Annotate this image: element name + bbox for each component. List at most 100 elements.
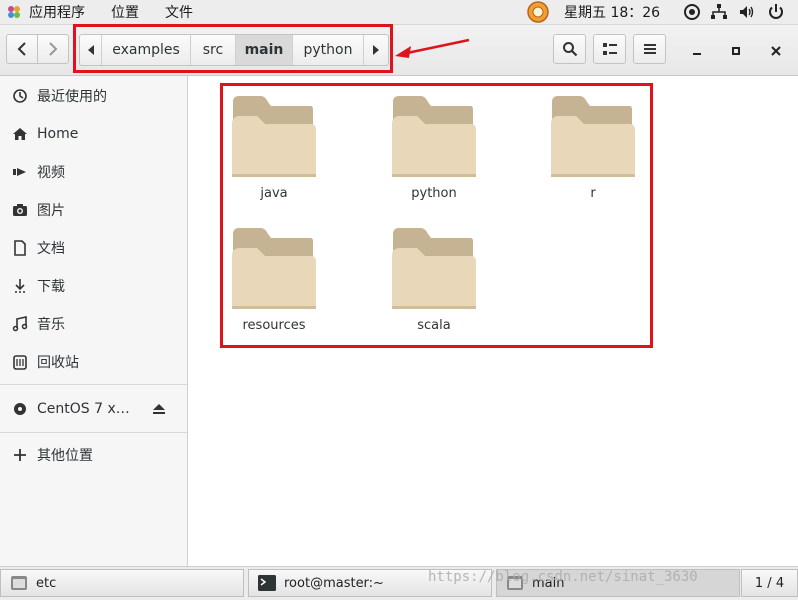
sidebar-item-pictures[interactable]: 图片 xyxy=(0,194,187,226)
folder-icon xyxy=(392,228,476,309)
minimize-button[interactable] xyxy=(686,40,708,62)
taskbar-label: root@master:~ xyxy=(284,575,384,591)
folder-item[interactable]: resources xyxy=(214,226,334,356)
path-scroll-left[interactable] xyxy=(80,35,102,65)
sidebar-item-music[interactable]: 音乐 xyxy=(0,308,187,340)
sidebar-item-label: 视频 xyxy=(37,165,65,181)
folder-item[interactable]: scala xyxy=(374,226,494,356)
header-bar: examples src main python xyxy=(0,24,798,76)
list-view-icon xyxy=(602,43,617,55)
music-icon xyxy=(12,316,28,332)
volume-icon[interactable] xyxy=(738,3,756,21)
sidebar-divider xyxy=(0,384,187,385)
sidebar-divider xyxy=(0,432,187,433)
folder-label: scala xyxy=(417,318,451,333)
sidebar-item-home[interactable]: Home xyxy=(0,118,187,150)
camera-icon xyxy=(12,202,28,218)
clock-area[interactable]: 星期五 18：26 xyxy=(526,0,660,24)
view-toggle-button[interactable] xyxy=(593,34,626,64)
sidebar-item-label: Home xyxy=(37,126,79,142)
taskbar-label: etc xyxy=(36,575,57,591)
folder-icon xyxy=(232,228,316,309)
folder-label: python xyxy=(411,186,457,201)
disc-icon xyxy=(12,401,28,417)
clock-label: 星期五 18：26 xyxy=(564,5,661,21)
recent-icon xyxy=(12,88,28,104)
sidebar-item-label: 文档 xyxy=(37,241,65,257)
sidebar-item-label: 回收站 xyxy=(37,355,79,371)
crumb-src[interactable]: src xyxy=(191,35,236,65)
maximize-button[interactable] xyxy=(725,40,747,62)
accessibility-icon[interactable] xyxy=(683,3,701,21)
taskbar: etc root@master:~ main 1 / 4 xyxy=(0,566,798,600)
video-icon xyxy=(12,164,28,180)
workspace-pager[interactable]: 1 / 4 xyxy=(741,569,798,597)
sidebar-item-documents[interactable]: 文档 xyxy=(0,232,187,264)
path-bar: examples src main python xyxy=(79,34,389,66)
search-button[interactable] xyxy=(553,34,586,64)
places-menu[interactable]: 位置 xyxy=(111,2,139,22)
crumb-main[interactable]: main xyxy=(236,35,293,65)
applications-menu[interactable]: 应用程序 xyxy=(29,2,85,22)
hamburger-icon xyxy=(643,44,656,54)
pager-label: 1 / 4 xyxy=(754,575,785,591)
taskbar-item-terminal[interactable]: root@master:~ xyxy=(248,569,492,597)
files-menu[interactable]: 文件 xyxy=(165,2,193,22)
forward-button[interactable] xyxy=(37,34,69,64)
file-view: java python r resources scala xyxy=(188,76,798,566)
crumb-python[interactable]: python xyxy=(293,35,364,65)
sidebar-item-device[interactable]: CentOS 7 x… xyxy=(0,393,187,425)
folder-icon xyxy=(232,96,316,177)
crumb-examples[interactable]: examples xyxy=(102,35,191,65)
sidebar-item-label: CentOS 7 x… xyxy=(37,401,130,417)
document-icon xyxy=(12,240,28,256)
folder-label: r xyxy=(590,186,596,201)
sidebar-item-label: 图片 xyxy=(37,203,65,219)
home-icon xyxy=(12,126,28,142)
trash-icon xyxy=(12,354,28,370)
apps-menu-icon[interactable] xyxy=(6,4,22,20)
top-panel: 应用程序 位置 文件 星期五 18：26 xyxy=(0,0,798,25)
power-icon[interactable] xyxy=(767,3,785,21)
sidebar: 最近使用的 Home 视频 图片 文档 下载 音乐 回收站 CentOS 7 x… xyxy=(0,76,188,566)
sidebar-item-label: 其他位置 xyxy=(37,448,93,464)
taskbar-item-main[interactable]: main xyxy=(496,569,740,597)
download-icon xyxy=(12,278,28,294)
folder-icon xyxy=(392,96,476,177)
sidebar-item-downloads[interactable]: 下载 xyxy=(0,270,187,302)
sidebar-item-recent[interactable]: 最近使用的 xyxy=(0,80,187,112)
weather-icon xyxy=(527,1,549,23)
sidebar-item-trash[interactable]: 回收站 xyxy=(0,346,187,378)
sidebar-item-other-locations[interactable]: 其他位置 xyxy=(0,439,187,471)
plus-icon xyxy=(12,447,28,463)
terminal-icon xyxy=(258,575,276,591)
close-button[interactable] xyxy=(765,40,787,62)
file-manager-icon xyxy=(507,576,523,590)
taskbar-item-etc[interactable]: etc xyxy=(0,569,244,597)
taskbar-label: main xyxy=(532,575,565,591)
sidebar-item-label: 下载 xyxy=(37,279,65,295)
folder-label: java xyxy=(260,186,288,201)
folder-item[interactable]: python xyxy=(374,94,494,224)
folder-icon xyxy=(551,96,635,177)
eject-icon[interactable] xyxy=(152,402,166,420)
folder-label: resources xyxy=(242,318,306,333)
back-button[interactable] xyxy=(6,34,38,64)
sidebar-item-label: 音乐 xyxy=(37,317,65,333)
sidebar-item-label: 最近使用的 xyxy=(37,89,107,105)
chevron-right-icon xyxy=(49,42,58,56)
close-icon xyxy=(771,46,781,56)
network-icon[interactable] xyxy=(710,3,728,21)
sidebar-item-videos[interactable]: 视频 xyxy=(0,156,187,188)
arrow-left-icon xyxy=(87,45,94,55)
chevron-left-icon xyxy=(17,42,26,56)
arrow-right-icon xyxy=(373,45,379,55)
minimize-icon xyxy=(693,53,701,55)
menu-button[interactable] xyxy=(633,34,666,64)
path-scroll-right[interactable] xyxy=(364,35,388,65)
search-icon xyxy=(562,42,577,57)
folder-item[interactable]: r xyxy=(533,94,653,224)
folder-item[interactable]: java xyxy=(214,94,334,224)
file-manager-icon xyxy=(11,576,27,590)
annotation-arrow-icon xyxy=(395,38,470,58)
